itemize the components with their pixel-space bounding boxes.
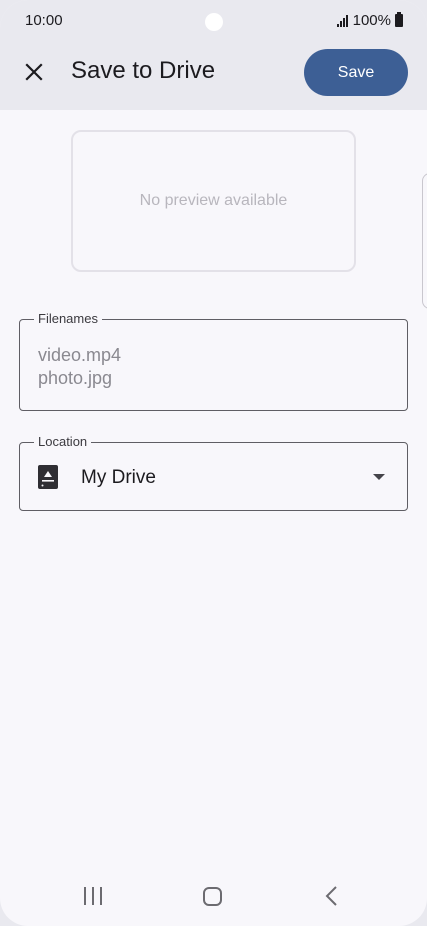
filenames-field[interactable]: Filenames video.mp4 photo.jpg xyxy=(19,311,408,411)
front-camera xyxy=(205,13,223,31)
filename-item: video.mp4 xyxy=(38,345,122,365)
top-bar: 10:00 100% Save to Drive Save xyxy=(0,0,427,110)
location-value: My Drive xyxy=(81,467,156,488)
location-label: Location xyxy=(34,434,92,450)
close-icon[interactable] xyxy=(22,60,46,84)
save-button[interactable]: Save xyxy=(304,49,408,96)
signal-icon xyxy=(336,14,348,27)
back-icon[interactable] xyxy=(324,885,340,907)
preview-placeholder-text: No preview available xyxy=(139,192,288,209)
status-time: 10:00 xyxy=(25,12,63,29)
filenames-list: video.mp4 photo.jpg xyxy=(38,344,121,390)
page-title: Save to Drive xyxy=(71,57,216,84)
home-icon[interactable] xyxy=(203,887,222,906)
dropdown-arrow-icon xyxy=(373,474,385,480)
battery-text: 100% xyxy=(352,12,391,29)
side-panel-handle[interactable] xyxy=(422,173,427,309)
filename-item: photo.jpg xyxy=(38,368,113,388)
status-indicators: 100% xyxy=(336,12,403,29)
file-preview: No preview available xyxy=(71,130,356,272)
recents-icon[interactable] xyxy=(83,886,103,906)
phone-screen: 10:00 100% Save to Drive Save No preview… xyxy=(0,0,427,926)
drive-icon xyxy=(38,465,58,489)
location-dropdown[interactable]: Location My Drive xyxy=(19,434,408,511)
filenames-label: Filenames xyxy=(34,311,102,327)
battery-icon xyxy=(395,12,403,27)
